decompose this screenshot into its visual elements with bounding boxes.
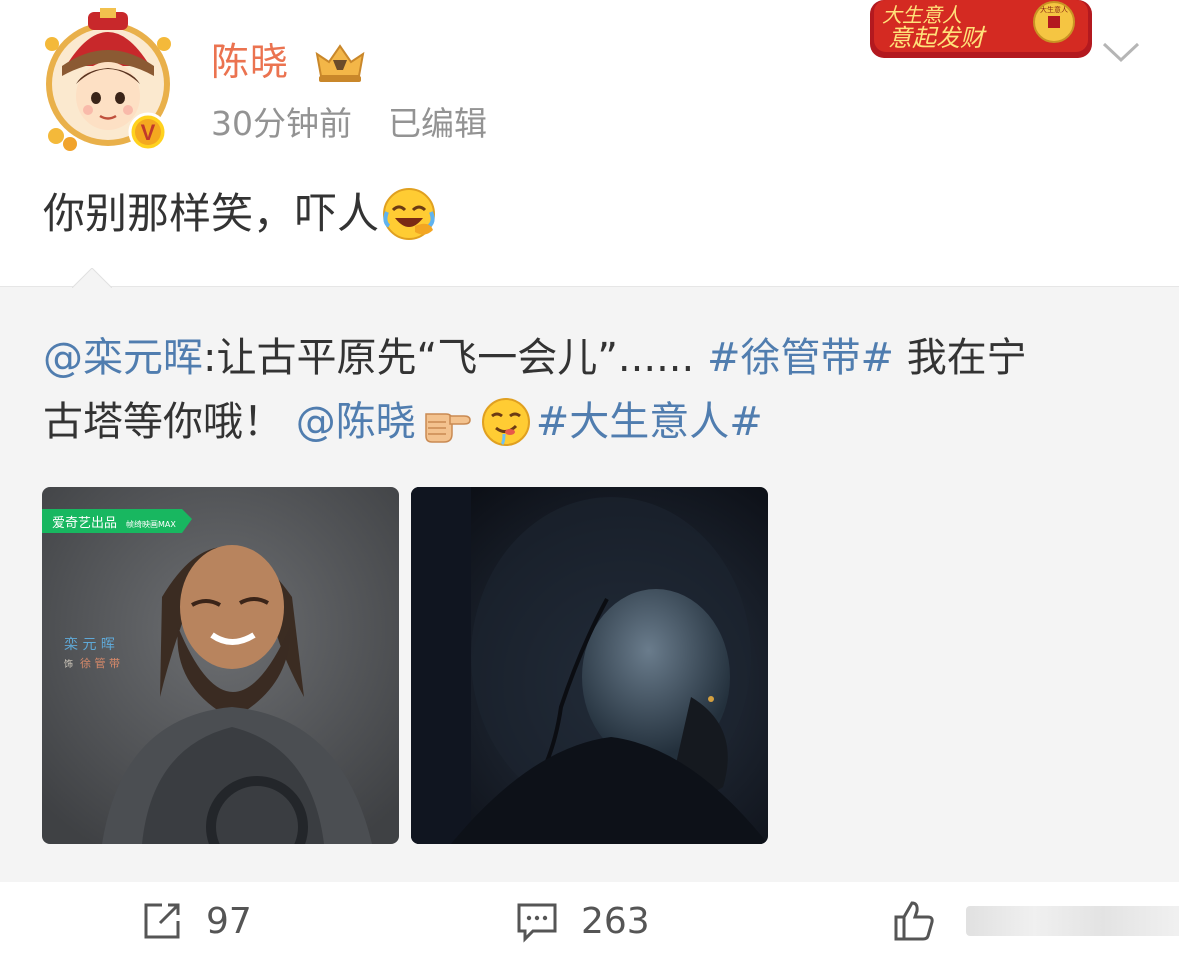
chevron-down-icon[interactable] (1100, 36, 1142, 68)
avatar[interactable]: V (36, 4, 180, 154)
mention-link[interactable]: @栾元晖 (43, 326, 203, 390)
topic-link-2[interactable]: #大生意人# (536, 390, 763, 454)
mention-link-2[interactable]: @陈晓 (296, 390, 416, 454)
photo-brand: 爱奇艺出品 (52, 515, 117, 531)
photo-actor-name: 栾 元 晖 (64, 636, 115, 653)
member-crown-icon[interactable] (311, 40, 369, 84)
repost-photo-2[interactable] (411, 487, 768, 844)
card-badge[interactable]: 大生意人 意起发财 大生意人 (868, 0, 1094, 60)
post-text: 你别那样笑，吓人 (43, 185, 437, 243)
laugh-cry-emoji-icon (383, 188, 436, 240)
topic-link[interactable]: #徐管带# (707, 326, 894, 390)
svg-text:V: V (141, 120, 156, 145)
pointing-fist-emoji-icon (424, 413, 471, 443)
repost-line-1: @栾元晖:让古平原先“飞一会儿”...... #徐管带# 我在宁 (43, 326, 1153, 390)
repost-line-2: 古塔等你哦！ @陈晓 #大生意人# (43, 390, 1153, 454)
edited-label: 已编辑 (388, 104, 487, 143)
action-bar: 97 263 (0, 882, 1179, 962)
post-text-content: 你别那样笑，吓人 (43, 189, 380, 238)
repost-button[interactable]: 97 (140, 896, 252, 946)
comment-count: 263 (581, 900, 650, 942)
repost-card-notch (72, 268, 112, 288)
comment-button[interactable]: 263 (515, 896, 650, 946)
like-count-blurred (966, 906, 1179, 936)
badge-coin-text: 大生意人 (1040, 5, 1068, 14)
share-arrow-icon (144, 903, 180, 939)
drooling-face-emoji-icon (481, 398, 530, 446)
photo-brand-2: 帧绮映画MAX (126, 519, 176, 529)
comment-bubble-icon (517, 903, 557, 943)
repost-photo-1[interactable]: 爱奇艺出品 帧绮映画MAX 栾 元 晖 饰 徐 管 带 (42, 487, 399, 844)
author-name[interactable]: 陈晓 (211, 36, 289, 88)
repost-body-line2: 古塔等你哦！ (43, 399, 283, 445)
repost-body-cont: 我在宁 (906, 335, 1027, 381)
repost-text: @栾元晖:让古平原先“飞一会儿”...... #徐管带# 我在宁 古塔等你哦！ … (43, 326, 1153, 454)
post-meta: 30分钟前 已编辑 (211, 102, 487, 146)
like-button[interactable] (892, 896, 1179, 946)
repost-body: :让古平原先“飞一会儿”...... (203, 335, 695, 381)
photo-role-name: 徐 管 带 (80, 656, 120, 670)
thumbs-up-icon (894, 901, 934, 941)
svg-text:意起发财: 意起发财 (888, 24, 987, 52)
repost-count: 97 (206, 900, 252, 942)
photo-role-prefix: 饰 (64, 658, 73, 670)
post-time: 30分钟前 (211, 104, 352, 143)
